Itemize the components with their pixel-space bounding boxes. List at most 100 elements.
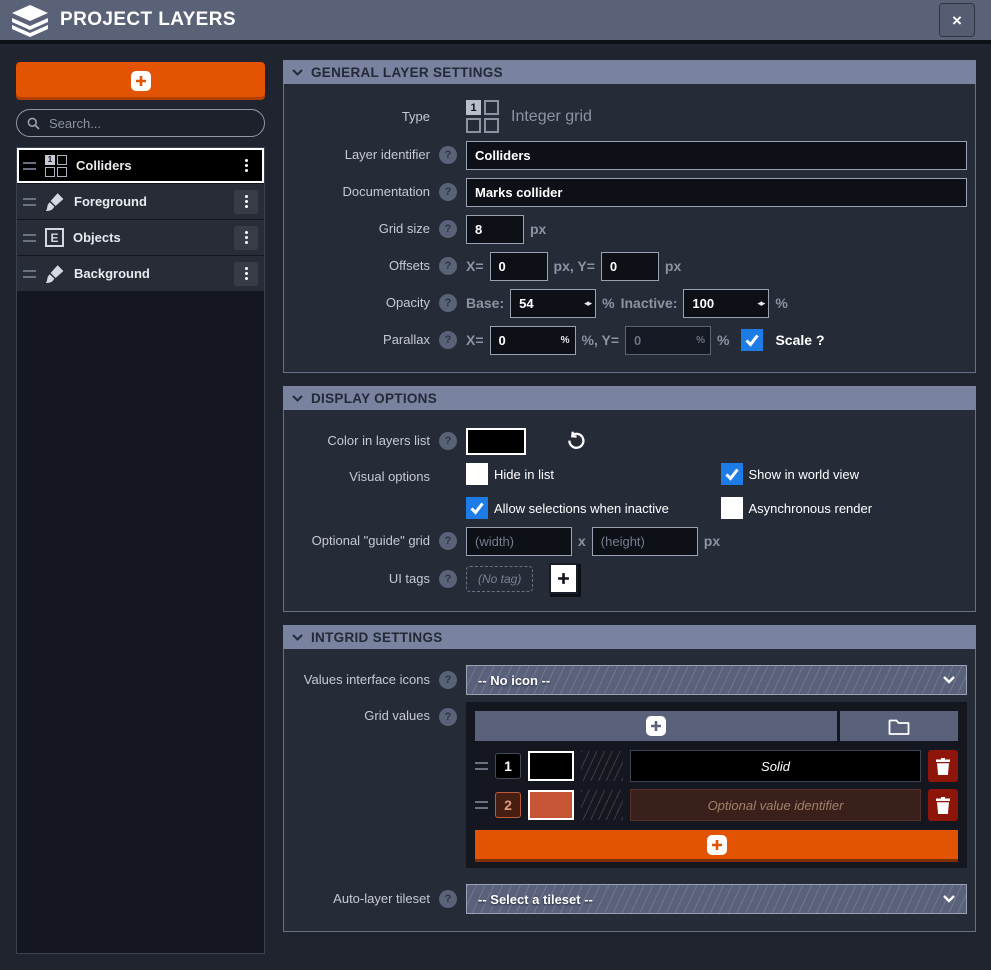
guide-grid-row: Optional "guide" grid ? x px	[290, 526, 967, 556]
delete-value-button[interactable]	[928, 750, 958, 782]
layer-menu-button[interactable]	[234, 190, 258, 214]
drag-handle-icon[interactable]	[23, 162, 36, 170]
grid-values-row: Grid values ?	[290, 702, 967, 868]
value-color-swatch[interactable]	[528, 790, 574, 820]
help-icon[interactable]: ?	[439, 183, 457, 201]
layer-row-foreground[interactable]: Foreground	[17, 184, 264, 219]
section-title: INTGRID SETTINGS	[311, 630, 443, 645]
section-header-intgrid[interactable]: INTGRID SETTINGS	[283, 625, 976, 649]
offset-x-input[interactable]	[490, 252, 548, 281]
drag-handle-icon[interactable]	[23, 234, 36, 242]
guide-height-input[interactable]	[592, 527, 698, 556]
layer-menu-button[interactable]	[234, 262, 258, 286]
plus-icon	[131, 71, 151, 91]
value-identifier-input[interactable]	[630, 789, 921, 821]
drag-handle-icon[interactable]	[23, 270, 36, 278]
drag-handle-icon[interactable]	[475, 801, 488, 809]
layer-row-objects[interactable]: E Objects	[17, 220, 264, 255]
drag-handle-icon[interactable]	[475, 762, 488, 770]
layer-settings-panel: GENERAL LAYER SETTINGS Type 1	[283, 60, 976, 966]
value-color-swatch[interactable]	[528, 751, 574, 781]
help-icon[interactable]: ?	[439, 220, 457, 238]
opacity-base-input[interactable]	[510, 289, 596, 318]
field-label: Layer identifier	[290, 147, 430, 163]
search-icon	[27, 117, 40, 130]
intgrid-layer-icon: 1	[45, 155, 67, 177]
checkbox-label: Show in world view	[749, 467, 860, 482]
close-button[interactable]: ×	[939, 3, 975, 37]
layer-row-background[interactable]: Background	[17, 256, 264, 291]
parallax-x-input[interactable]	[490, 326, 576, 355]
value-number-badge: 2	[495, 792, 521, 818]
grid-values-list: 1	[475, 749, 958, 822]
help-icon[interactable]: ?	[439, 146, 457, 164]
scale-checkbox[interactable]	[741, 329, 763, 351]
plus-icon	[646, 716, 666, 736]
add-tag-button[interactable]	[549, 563, 578, 594]
unit-label: px	[665, 258, 681, 274]
scale-label: Scale ?	[775, 332, 824, 348]
grid-value-row: 2	[475, 788, 958, 822]
layer-identifier-input[interactable]	[466, 141, 967, 170]
offset-x-prefix: X=	[466, 258, 484, 274]
help-icon[interactable]: ?	[439, 708, 457, 726]
field-label: Optional "guide" grid	[290, 533, 430, 549]
opacity-inactive-input[interactable]	[683, 289, 769, 318]
chevron-down-icon	[292, 634, 303, 641]
help-icon[interactable]: ?	[439, 671, 457, 689]
parallax-y-input[interactable]	[625, 326, 711, 355]
section-header-display[interactable]: DISPLAY OPTIONS	[283, 386, 976, 410]
plus-icon	[707, 835, 727, 855]
parallax-row: Parallax ? X= % %, Y= %	[290, 325, 967, 355]
stripe-spacer	[581, 751, 623, 781]
guide-width-input[interactable]	[466, 527, 572, 556]
values-icons-dropdown[interactable]: -- No icon --	[466, 665, 967, 695]
drag-handle-icon[interactable]	[23, 198, 36, 206]
layer-color-swatch[interactable]	[466, 428, 526, 455]
parallax-x-prefix: X=	[466, 332, 484, 348]
help-icon[interactable]: ?	[439, 532, 457, 550]
layer-menu-button[interactable]	[234, 226, 258, 250]
asynchronous-render-checkbox[interactable]	[721, 497, 743, 519]
documentation-input[interactable]	[466, 178, 967, 207]
help-icon[interactable]: ?	[439, 890, 457, 908]
help-icon[interactable]: ?	[439, 432, 457, 450]
hide-in-list-checkbox[interactable]	[466, 463, 488, 485]
show-in-world-view-checkbox[interactable]	[721, 463, 743, 485]
reset-color-icon[interactable]	[560, 430, 592, 452]
layer-row-colliders[interactable]: 1 Colliders	[17, 148, 264, 183]
layer-menu-button[interactable]	[234, 154, 258, 178]
chevron-down-icon	[943, 895, 955, 903]
offset-y-input[interactable]	[601, 252, 659, 281]
grid-size-row: Grid size ? px	[290, 214, 967, 244]
add-value-button[interactable]	[475, 711, 837, 741]
field-label: Parallax	[290, 332, 430, 348]
search-input[interactable]	[47, 115, 254, 132]
parallax-mid-label: %, Y=	[582, 332, 620, 348]
delete-value-button[interactable]	[928, 789, 958, 821]
unit-label: %	[775, 295, 787, 311]
dropdown-value: -- Select a tileset --	[478, 892, 943, 907]
value-identifier-input[interactable]	[630, 750, 921, 782]
help-icon[interactable]: ?	[439, 331, 457, 349]
opacity-row: Opacity ? Base: ◂▸ % Inactive:	[290, 288, 967, 318]
unit-label: %	[602, 295, 614, 311]
ui-tags-row: UI tags ? (No tag)	[290, 563, 967, 594]
add-value-bar-button[interactable]	[475, 830, 958, 859]
help-icon[interactable]: ?	[439, 257, 457, 275]
field-label: Opacity	[290, 295, 430, 311]
allow-selections-checkbox[interactable]	[466, 497, 488, 519]
section-title: GENERAL LAYER SETTINGS	[311, 65, 503, 80]
add-layer-button[interactable]	[16, 62, 265, 100]
auto-tileset-dropdown[interactable]: -- Select a tileset --	[466, 884, 967, 914]
brush-layer-icon	[45, 264, 65, 284]
field-label: Type	[290, 109, 430, 125]
dropdown-value: -- No icon --	[478, 673, 943, 688]
help-icon[interactable]: ?	[439, 570, 457, 588]
group-values-button[interactable]	[840, 711, 958, 741]
grid-size-input[interactable]	[466, 215, 524, 244]
opacity-inactive-label: Inactive:	[621, 295, 678, 311]
help-icon[interactable]: ?	[439, 294, 457, 312]
stripe-spacer	[581, 790, 623, 820]
section-header-general[interactable]: GENERAL LAYER SETTINGS	[283, 60, 976, 84]
